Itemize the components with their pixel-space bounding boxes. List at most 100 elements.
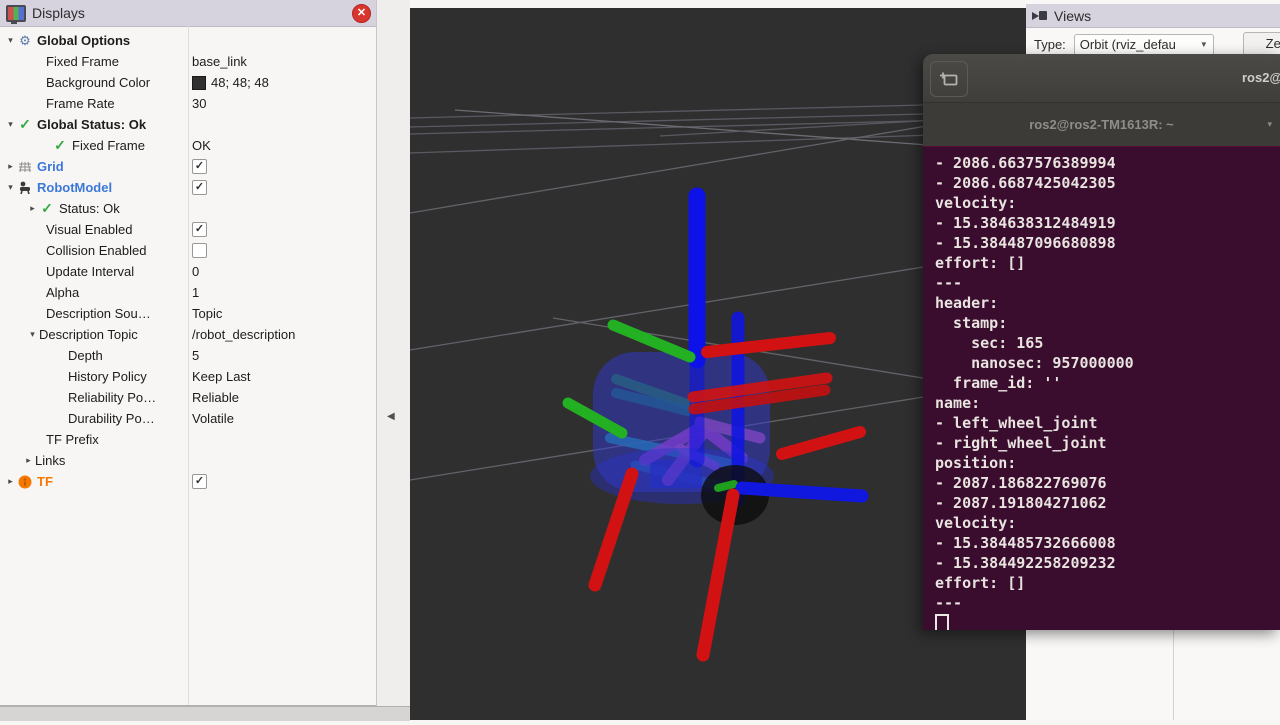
property-value[interactable]: base_link bbox=[192, 54, 247, 69]
tree-row[interactable]: ▾Description Topic/robot_description bbox=[0, 324, 376, 345]
terminal-line: - 15.384487096680898 bbox=[935, 233, 1280, 253]
property-label: TF Prefix bbox=[46, 432, 99, 447]
tree-row[interactable]: ▾✓Global Status: Ok bbox=[0, 114, 376, 135]
terminal-line: name: bbox=[935, 393, 1280, 413]
property-value[interactable]: /robot_description bbox=[192, 327, 295, 342]
property-label: Fixed Frame bbox=[46, 54, 119, 69]
tree-row[interactable]: Visual Enabled ✓ bbox=[0, 219, 376, 240]
checkbox-checked[interactable]: ✓ bbox=[192, 222, 207, 237]
property-value[interactable]: 48; 48; 48 bbox=[211, 75, 269, 90]
property-label: Global Options bbox=[37, 33, 130, 48]
terminal-line: velocity: bbox=[935, 513, 1280, 533]
property-value[interactable]: Reliable bbox=[192, 390, 239, 405]
tree-row[interactable]: Collision Enabled bbox=[0, 240, 376, 261]
tree-row[interactable]: TF Prefix bbox=[0, 429, 376, 450]
tree-row[interactable]: ▾⚙ Global Options bbox=[0, 30, 376, 51]
expander-right-icon[interactable]: ▸ bbox=[22, 455, 35, 466]
terminal-line: sec: 165 bbox=[935, 333, 1280, 353]
tree-row[interactable]: History Policy Keep Last bbox=[0, 366, 376, 387]
displays-tree: ▾⚙Global OptionsFixed Framebase_linkBack… bbox=[0, 27, 376, 492]
tree-row[interactable]: ✓Fixed FrameOK bbox=[0, 135, 376, 156]
tf-axis-wheel-blue bbox=[742, 488, 862, 496]
terminal-window[interactable]: ros2@ros2-TM1613R: ~ ros2@ros2-TM1613R: … bbox=[923, 54, 1280, 630]
property-value[interactable]: 1 bbox=[192, 285, 199, 300]
panel-bottom-strip bbox=[0, 706, 410, 721]
tree-row[interactable]: ▾ RobotModel ✓ bbox=[0, 177, 376, 198]
views-icon bbox=[1032, 10, 1048, 21]
terminal-line: - 2086.6637576389994 bbox=[935, 153, 1280, 173]
property-value[interactable]: OK bbox=[192, 138, 211, 153]
property-value[interactable]: 30 bbox=[192, 96, 206, 111]
tree-row[interactable]: Durability Po… Volatile bbox=[0, 408, 376, 429]
tree-row[interactable]: Alpha 1 bbox=[0, 282, 376, 303]
terminal-tab[interactable]: ros2@ros2-TM1613R: ~ bbox=[923, 103, 1280, 146]
property-label: Global Status: Ok bbox=[37, 117, 146, 132]
property-label: History Policy bbox=[68, 369, 147, 384]
chevron-down-icon: ▼ bbox=[1200, 40, 1208, 49]
tab-list-chevron-icon[interactable]: ▾ bbox=[1267, 103, 1272, 146]
expander-down-icon[interactable]: ▾ bbox=[26, 329, 39, 340]
property-value[interactable]: Topic bbox=[192, 306, 222, 321]
views-titlebar[interactable]: Views bbox=[1026, 4, 1280, 28]
terminal-line: effort: [] bbox=[935, 573, 1280, 593]
property-label: Status: Ok bbox=[59, 201, 120, 216]
expander-down-icon[interactable]: ▾ bbox=[4, 35, 17, 46]
terminal-line: --- bbox=[935, 273, 1280, 293]
panel-splitter[interactable] bbox=[377, 0, 410, 720]
checkbox-checked[interactable]: ✓ bbox=[192, 159, 207, 174]
expander-right-icon[interactable]: ▸ bbox=[4, 161, 17, 172]
displays-panel: Displays ✕ ▾⚙Global OptionsFixed Frameba… bbox=[0, 0, 377, 706]
property-value[interactable]: 0 bbox=[192, 264, 199, 279]
terminal-line: velocity: bbox=[935, 193, 1280, 213]
terminal-line: - 15.384638312484919 bbox=[935, 213, 1280, 233]
splitter-collapse-icon[interactable]: ◀ bbox=[387, 411, 395, 422]
terminal-line: - 2087.186822769076 bbox=[935, 473, 1280, 493]
expander-right-icon[interactable]: ▸ bbox=[26, 203, 39, 214]
close-icon[interactable]: ✕ bbox=[352, 4, 371, 23]
checkbox-checked[interactable]: ✓ bbox=[192, 180, 207, 195]
tree-row[interactable]: ▸TF✓ bbox=[0, 471, 376, 492]
tree-row[interactable]: Background Color48; 48; 48 bbox=[0, 72, 376, 93]
tree-row[interactable]: Description Sou… Topic bbox=[0, 303, 376, 324]
checkbox-checked[interactable]: ✓ bbox=[192, 474, 207, 489]
tree-row[interactable]: ▸Links bbox=[0, 450, 376, 471]
tree-row[interactable]: Update Interval0 bbox=[0, 261, 376, 282]
tree-row[interactable]: Depth5 bbox=[0, 345, 376, 366]
expander-right-icon[interactable]: ▸ bbox=[4, 476, 17, 487]
property-value[interactable]: 5 bbox=[192, 348, 199, 363]
new-tab-button[interactable] bbox=[930, 61, 968, 97]
displays-icon bbox=[6, 5, 26, 22]
property-label: Durability Po… bbox=[68, 411, 155, 426]
gear-icon: ⚙ bbox=[17, 33, 33, 48]
property-label: Description Sou… bbox=[46, 306, 151, 321]
checkbox-unchecked[interactable] bbox=[192, 243, 207, 258]
property-label: RobotModel bbox=[37, 180, 112, 195]
property-label: Visual Enabled bbox=[46, 222, 133, 237]
terminal-cursor bbox=[935, 614, 949, 630]
tree-row[interactable]: ▸ Grid ✓ bbox=[0, 156, 376, 177]
robot-model bbox=[568, 196, 862, 655]
tree-row[interactable]: ▸✓ Status: Ok bbox=[0, 198, 376, 219]
terminal-line: - right_wheel_joint bbox=[935, 433, 1280, 453]
property-value[interactable]: Volatile bbox=[192, 411, 234, 426]
displays-titlebar[interactable]: Displays ✕ bbox=[0, 0, 376, 27]
terminal-headerbar[interactable]: ros2@ros2-TM1613R: ~ bbox=[923, 54, 1280, 103]
view-type-dropdown[interactable]: Orbit (rviz_defau ▼ bbox=[1074, 34, 1214, 56]
property-value[interactable]: Keep Last bbox=[192, 369, 251, 384]
property-label: Reliability Po… bbox=[68, 390, 156, 405]
tree-row[interactable]: Fixed Frame base_link bbox=[0, 51, 376, 72]
property-label: Grid bbox=[37, 159, 64, 174]
zero-button[interactable]: Zero bbox=[1243, 32, 1280, 56]
terminal-line: stamp: bbox=[935, 313, 1280, 333]
green-check: ✓ bbox=[39, 201, 55, 216]
property-label: Description Topic bbox=[39, 327, 138, 342]
terminal-output[interactable]: - 2086.6637576389994- 2086.6687425042305… bbox=[923, 147, 1280, 630]
expander-down-icon[interactable]: ▾ bbox=[4, 182, 17, 193]
tree-row[interactable]: Reliability Po… Reliable bbox=[0, 387, 376, 408]
tree-row[interactable]: Frame Rate30 bbox=[0, 93, 376, 114]
new-tab-icon bbox=[939, 71, 959, 88]
tf-warning-icon bbox=[17, 474, 33, 489]
expander-down-icon[interactable]: ▾ bbox=[4, 119, 17, 130]
property-label: Alpha bbox=[46, 285, 79, 300]
terminal-tabbar[interactable]: ros2@ros2-TM1613R: ~ ▾ bbox=[923, 103, 1280, 147]
